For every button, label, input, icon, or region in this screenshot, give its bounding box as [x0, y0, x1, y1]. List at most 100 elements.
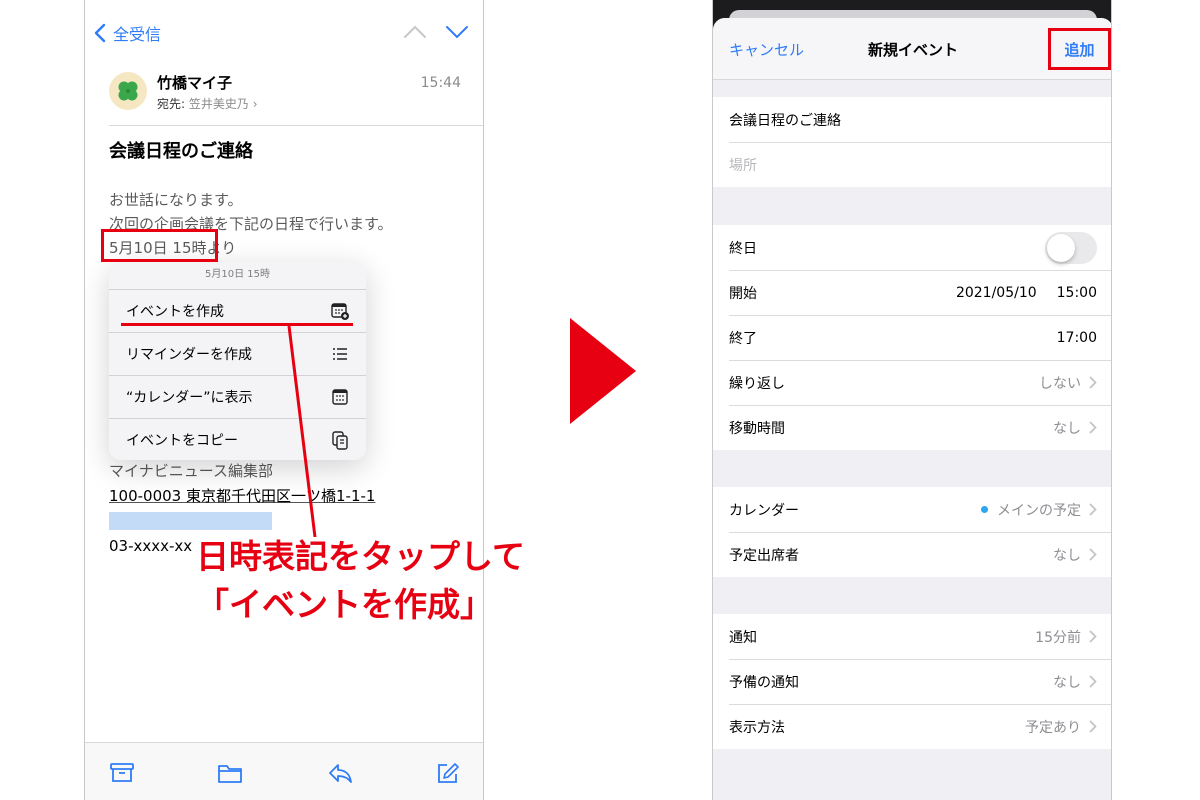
end-row[interactable]: 終了 17:00 [713, 315, 1111, 360]
travel-value-wrap: なし [1053, 418, 1097, 438]
add-button[interactable]: 追加 [1048, 28, 1111, 70]
repeat-label: 繰り返し [729, 375, 785, 392]
alert-label: 通知 [729, 629, 757, 646]
title-value: 会議日程のご連絡 [729, 112, 841, 129]
calendar-label: カレンダー [729, 502, 799, 519]
location-placeholder: 場所 [729, 157, 757, 174]
mail-subject: 会議日程のご連絡 [109, 141, 253, 162]
title-field[interactable]: 会議日程のご連絡 [713, 97, 1111, 142]
end-time[interactable]: 17:00 [1057, 330, 1097, 346]
calendar-value-wrap: メインの予定 [981, 500, 1097, 520]
menu-item-copy-event[interactable]: イベントをコピー [109, 418, 366, 460]
all-day-row: 終日 [713, 225, 1111, 270]
recipient-line[interactable]: 宛先: 笠井美史乃 › [157, 95, 258, 112]
repeat-row[interactable]: 繰り返し しない [713, 360, 1111, 405]
start-value: 2021/05/10 15:00 [956, 285, 1097, 301]
calendar-icon [332, 389, 348, 405]
sender-name: 竹橋マイ子 [157, 74, 233, 92]
clover-icon [118, 81, 138, 101]
travel-time-label: 移動時間 [729, 420, 785, 437]
address-link[interactable]: 100-0003 東京都千代田区一ツ橋1-1-1 [109, 484, 375, 508]
chevron-right-icon: › [252, 97, 258, 111]
toggle-knob [1047, 233, 1075, 262]
copy-icon [332, 431, 348, 450]
date-highlight-box [101, 229, 218, 262]
calendar-add-icon [331, 303, 349, 320]
calendar-group: カレンダー メインの予定 予定出席者 なし [713, 487, 1111, 577]
avatar [109, 72, 147, 110]
mail-time: 15:44 [420, 75, 461, 91]
chevron-right-icon [1089, 630, 1097, 643]
calendar-screen: キャンセル 新規イベント 追加 会議日程のご連絡 場所 終日 開始 2021/0… [712, 0, 1112, 800]
signature-line-1: マイナビニュース編集部 [109, 462, 273, 480]
menu-item-label: イベントを作成 [126, 304, 224, 320]
chevron-right-icon [1089, 720, 1097, 733]
to-label: 宛先: [157, 97, 186, 111]
back-button[interactable]: 全受信 [93, 20, 161, 46]
list-icon [333, 348, 347, 360]
reply-icon[interactable] [327, 761, 353, 785]
second-alert-value-wrap: なし [1053, 672, 1097, 692]
second-alert-row[interactable]: 予備の通知 なし [713, 659, 1111, 704]
annotation-line-2: 「イベントを作成」 [196, 585, 493, 624]
right-arrow-icon [570, 318, 636, 424]
new-event-sheet: キャンセル 新規イベント 追加 会議日程のご連絡 場所 終日 開始 2021/0… [713, 18, 1111, 800]
show-as-row[interactable]: 表示方法 予定あり [713, 704, 1111, 749]
repeat-value: しない [1039, 375, 1081, 392]
annotation-line-1: 日時表記をタップして [196, 537, 526, 576]
recipient-name: 笠井美史乃 [188, 97, 249, 111]
menu-header: 5月10日 15時 [205, 269, 270, 280]
second-alert-value: なし [1053, 674, 1081, 691]
chevron-right-icon [1089, 548, 1097, 561]
chevron-left-icon [94, 23, 106, 43]
all-day-toggle[interactable] [1045, 231, 1097, 264]
start-label: 開始 [729, 285, 757, 302]
archive-icon[interactable] [109, 761, 135, 785]
mail-toolbar [85, 742, 483, 800]
invitees-label: 予定出席者 [729, 547, 799, 564]
show-as-label: 表示方法 [729, 719, 785, 736]
location-field[interactable]: 場所 [713, 142, 1111, 187]
time-group: 終日 開始 2021/05/10 15:00 終了 17:00 繰り返し しない [713, 225, 1111, 450]
chevron-down-icon[interactable] [445, 22, 469, 42]
start-row[interactable]: 開始 2021/05/10 15:00 [713, 270, 1111, 315]
all-day-label: 終日 [729, 240, 757, 257]
chevron-up-icon[interactable] [403, 22, 427, 42]
sheet-nav-bar: キャンセル 新規イベント 追加 [713, 18, 1111, 80]
menu-item-label: リマインダーを作成 [126, 347, 252, 363]
calendar-row[interactable]: カレンダー メインの予定 [713, 487, 1111, 532]
start-time[interactable]: 15:00 [1057, 285, 1097, 301]
phone-line[interactable]: 03-xxxx-xx [109, 534, 192, 558]
compose-icon[interactable] [435, 761, 461, 785]
menu-item-highlight-underline [121, 323, 353, 326]
menu-item-create-reminder[interactable]: リマインダーを作成 [109, 332, 366, 375]
title-group: 会議日程のご連絡 場所 [713, 97, 1111, 187]
menu-item-show-in-calendar[interactable]: “カレンダー”に表示 [109, 375, 366, 418]
repeat-value-wrap: しない [1039, 373, 1097, 393]
invitees-value: なし [1053, 547, 1081, 564]
chevron-right-icon [1089, 675, 1097, 688]
mail-nav-bar: 全受信 [85, 0, 483, 62]
travel-time-row[interactable]: 移動時間 なし [713, 405, 1111, 450]
alert-group: 通知 15分前 予備の通知 なし 表示方法 予定あり [713, 614, 1111, 749]
redacted-block [109, 512, 272, 530]
alert-row[interactable]: 通知 15分前 [713, 614, 1111, 659]
back-label: 全受信 [113, 25, 162, 44]
start-date[interactable]: 2021/05/10 [956, 285, 1037, 301]
travel-time-value: なし [1053, 420, 1081, 437]
invitees-row[interactable]: 予定出席者 なし [713, 532, 1111, 577]
invitees-value-wrap: なし [1053, 545, 1097, 565]
divider [109, 125, 483, 126]
chevron-right-icon [1089, 376, 1097, 389]
alert-value-wrap: 15分前 [1035, 627, 1097, 647]
menu-item-label: “カレンダー”に表示 [126, 390, 253, 406]
folder-icon[interactable] [217, 761, 243, 785]
show-as-value: 予定あり [1025, 719, 1081, 736]
show-as-value-wrap: 予定あり [1025, 717, 1097, 737]
menu-item-label: イベントをコピー [126, 433, 238, 449]
alert-value: 15分前 [1035, 629, 1081, 646]
calendar-value: メインの予定 [997, 502, 1081, 519]
chevron-right-icon [1089, 503, 1097, 516]
sender-header: 竹橋マイ子 宛先: 笠井美史乃 › 15:44 [85, 62, 483, 126]
end-label: 終了 [729, 330, 757, 347]
